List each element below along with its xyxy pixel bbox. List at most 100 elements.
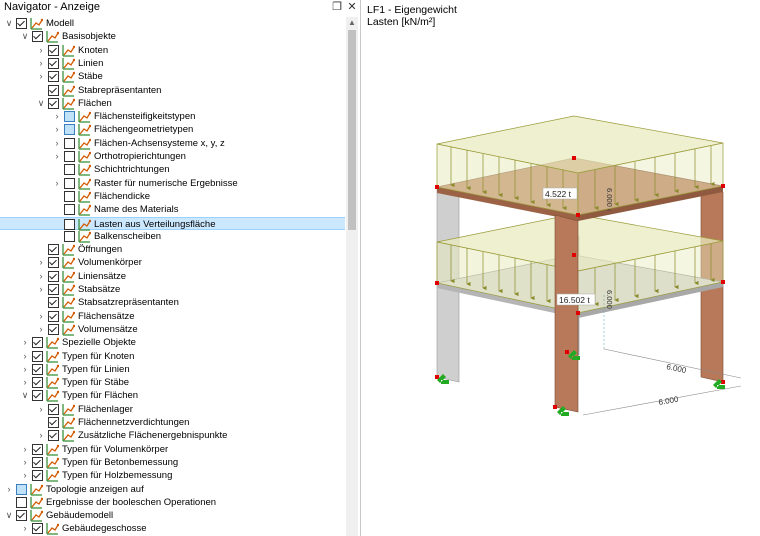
tree-item-stabsatze[interactable]: › Stabsätze <box>0 283 345 296</box>
tree-item-volumenkorper[interactable]: › Volumenkörper <box>0 256 345 269</box>
close-icon[interactable]: ✕ <box>345 0 359 13</box>
visibility-checkbox[interactable] <box>32 457 43 468</box>
visibility-checkbox[interactable] <box>48 85 59 96</box>
chevron-down-icon[interactable]: ∨ <box>20 30 30 43</box>
tree-item-linien[interactable]: › Linien <box>0 57 345 70</box>
tree-item-offnungen[interactable]: Öffnungen <box>0 243 345 256</box>
visibility-checkbox[interactable] <box>32 470 43 481</box>
chevron-right-icon[interactable]: › <box>36 323 46 336</box>
tree-item-typen-fur-volumenkorper[interactable]: › Typen für Volumenkörper <box>0 443 345 456</box>
tree-item-stabreprasentanten[interactable]: Stabrepräsentanten <box>0 84 345 97</box>
chevron-right-icon[interactable]: › <box>20 376 30 389</box>
tree-item-knoten[interactable]: › Knoten <box>0 44 345 57</box>
tree-item-basisobjekte[interactable]: ∨ Basisobjekte <box>0 30 345 43</box>
visibility-checkbox[interactable] <box>32 337 43 348</box>
chevron-down-icon[interactable]: ∨ <box>36 97 46 110</box>
chevron-right-icon[interactable]: › <box>36 70 46 83</box>
chevron-right-icon[interactable]: › <box>36 283 46 296</box>
tree-item-modell[interactable]: ∨ Modell <box>0 17 345 30</box>
visibility-checkbox[interactable] <box>48 271 59 282</box>
visibility-checkbox[interactable] <box>64 178 75 189</box>
chevron-right-icon[interactable]: › <box>36 429 46 442</box>
chevron-right-icon[interactable]: › <box>20 443 30 456</box>
chevron-down-icon[interactable]: ∨ <box>4 509 14 522</box>
visibility-checkbox[interactable] <box>48 45 59 56</box>
chevron-right-icon[interactable]: › <box>52 150 62 163</box>
visibility-checkbox[interactable] <box>64 231 75 242</box>
chevron-down-icon[interactable]: ∨ <box>20 389 30 402</box>
chevron-right-icon[interactable]: › <box>20 522 30 535</box>
visibility-checkbox[interactable] <box>16 18 27 29</box>
visibility-checkbox[interactable] <box>32 523 43 534</box>
visibility-checkbox[interactable] <box>48 98 59 109</box>
chevron-right-icon[interactable]: › <box>52 137 62 150</box>
pin-icon[interactable]: ❐ <box>330 0 344 13</box>
tree-item-ergebnisse-der-booleschen-operationen[interactable]: Ergebnisse der booleschen Operationen <box>0 496 345 509</box>
visibility-checkbox[interactable] <box>48 257 59 268</box>
tree-item-liniensatze[interactable]: › Liniensätze <box>0 270 345 283</box>
tree-item-spezielle-objekte[interactable]: › Spezielle Objekte <box>0 336 345 349</box>
visibility-checkbox[interactable] <box>48 284 59 295</box>
visibility-checkbox[interactable] <box>32 444 43 455</box>
visibility-checkbox[interactable] <box>16 510 27 521</box>
tree-item-flachen-achsensysteme-x-y-z[interactable]: › Flächen-Achsensysteme x, y, z <box>0 137 345 150</box>
visibility-checkbox[interactable] <box>48 324 59 335</box>
chevron-right-icon[interactable]: › <box>4 483 14 496</box>
tree-item-flachensteifigkeitstypen[interactable]: › Flächensteifigkeitstypen <box>0 110 345 123</box>
structure-3d-model[interactable]: 6.000 6.000 4.522 t 16.502 t 6.000 ‹ 6.0… <box>361 0 760 536</box>
visibility-checkbox[interactable] <box>48 58 59 69</box>
chevron-right-icon[interactable]: › <box>52 110 62 123</box>
chevron-right-icon[interactable]: › <box>20 336 30 349</box>
chevron-right-icon[interactable]: › <box>52 123 62 136</box>
chevron-right-icon[interactable]: › <box>20 350 30 363</box>
visibility-checkbox[interactable] <box>48 311 59 322</box>
chevron-right-icon[interactable]: › <box>20 363 30 376</box>
visibility-checkbox[interactable] <box>64 151 75 162</box>
tree-item-flachenlager[interactable]: › Flächenlager <box>0 403 345 416</box>
tree-item-gebaudegeschosse[interactable]: › Gebäudegeschosse <box>0 522 345 535</box>
visibility-checkbox[interactable] <box>64 138 75 149</box>
chevron-right-icon[interactable]: › <box>20 456 30 469</box>
chevron-right-icon[interactable]: › <box>36 270 46 283</box>
visibility-checkbox[interactable] <box>48 297 59 308</box>
chevron-right-icon[interactable]: › <box>36 44 46 57</box>
tree-item-schichtrichtungen[interactable]: Schichtrichtungen <box>0 163 345 176</box>
visibility-checkbox[interactable] <box>16 484 27 495</box>
tree-item-flachen[interactable]: ∨ Flächen <box>0 97 345 110</box>
tree-item-volumensatze[interactable]: › Volumensätze <box>0 323 345 336</box>
tree-item-flachennetzverdichtungen[interactable]: Flächennetzverdichtungen <box>0 416 345 429</box>
visibility-checkbox[interactable] <box>64 111 75 122</box>
visibility-checkbox[interactable] <box>64 219 75 230</box>
tree-item-zusatzliche-flachenergebnispunkte[interactable]: › Zusätzliche Flächenergebnispunkte <box>0 429 345 442</box>
tree-item-name-des-materials[interactable]: Name des Materials <box>0 203 345 216</box>
visibility-checkbox[interactable] <box>48 71 59 82</box>
chevron-right-icon[interactable]: › <box>36 310 46 323</box>
tree-item-flachensatze[interactable]: › Flächensätze <box>0 310 345 323</box>
visibility-checkbox[interactable] <box>32 351 43 362</box>
tree-item-orthotropierichtungen[interactable]: › Orthotropierichtungen <box>0 150 345 163</box>
visibility-checkbox[interactable] <box>32 31 43 42</box>
visibility-checkbox[interactable] <box>16 497 27 508</box>
tree-item-typen-fur-stabe[interactable]: › Typen für Stäbe <box>0 376 345 389</box>
tree-item-lasten-aus-verteilungsflache[interactable]: Lasten aus Verteilungsfläche <box>0 217 345 231</box>
model-view[interactable]: LF1 - Eigengewicht Lasten [kN/m²] 6.000 … <box>361 0 760 536</box>
scroll-up-icon[interactable]: ▲ <box>346 17 358 29</box>
chevron-right-icon[interactable]: › <box>52 177 62 190</box>
visibility-checkbox[interactable] <box>64 204 75 215</box>
tree-item-flachendicke[interactable]: Flächendicke <box>0 190 345 203</box>
visibility-checkbox[interactable] <box>64 164 75 175</box>
tree-item-balkenscheiben[interactable]: Balkenscheiben <box>0 230 345 243</box>
tree-item-stabsatzreprasentanten[interactable]: Stabsatzrepräsentanten <box>0 296 345 309</box>
chevron-right-icon[interactable]: › <box>36 403 46 416</box>
visibility-checkbox[interactable] <box>32 377 43 388</box>
visibility-checkbox[interactable] <box>64 124 75 135</box>
tree-item-stabe[interactable]: › Stäbe <box>0 70 345 83</box>
chevron-right-icon[interactable]: › <box>36 256 46 269</box>
tree-item-raster-fur-numerische-ergebnisse[interactable]: › Raster für numerische Ergebnisse <box>0 177 345 190</box>
visibility-checkbox[interactable] <box>48 404 59 415</box>
tree-item-flachengeometrietypen[interactable]: › Flächengeometrietypen <box>0 123 345 136</box>
visibility-checkbox[interactable] <box>48 244 59 255</box>
navigator-scrollbar[interactable]: ▲ <box>346 17 358 536</box>
visibility-checkbox[interactable] <box>64 191 75 202</box>
tree-item-topologie-anzeigen-auf[interactable]: › Topologie anzeigen auf <box>0 483 345 496</box>
